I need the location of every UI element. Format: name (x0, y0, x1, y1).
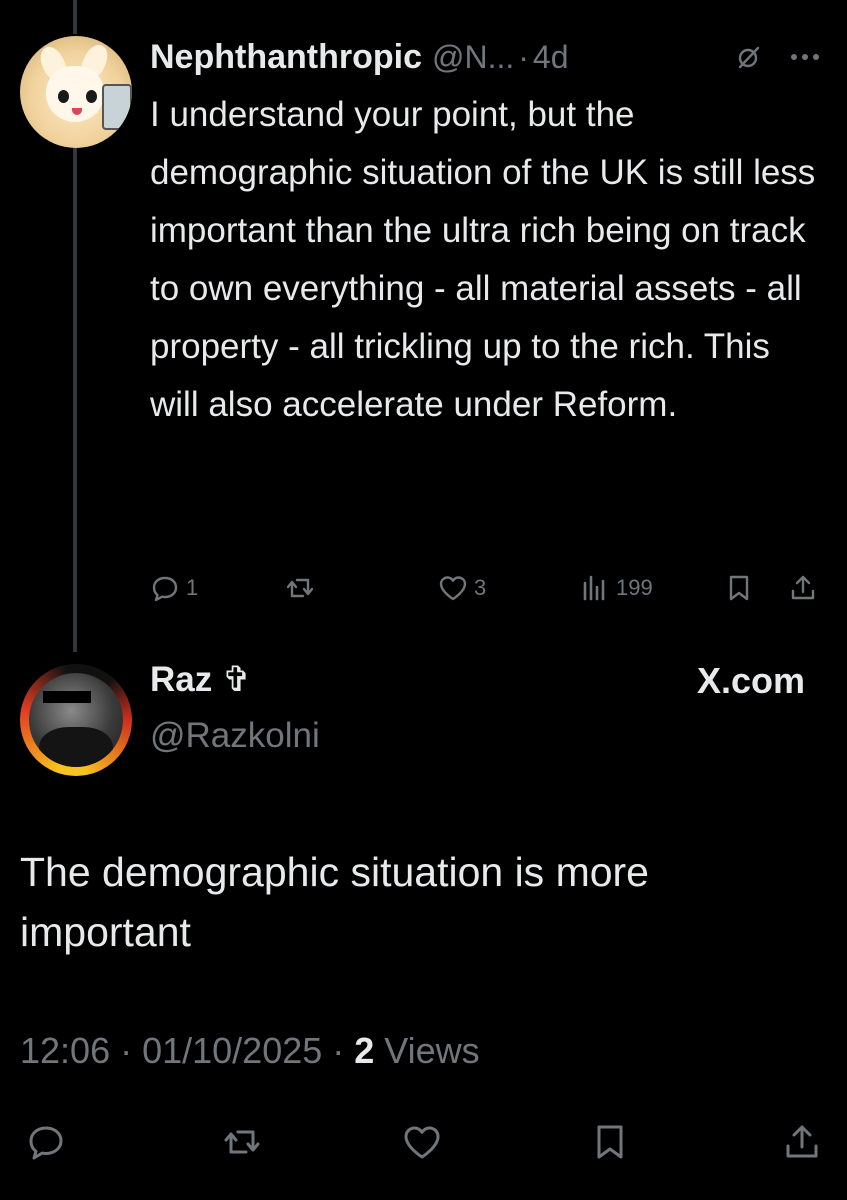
views-button[interactable]: 199 (580, 568, 653, 608)
heart-icon (439, 576, 467, 601)
bookmark-button[interactable] (724, 568, 754, 608)
heart-icon (404, 1126, 440, 1159)
bookmark-icon (597, 1125, 623, 1159)
tweet-header: Nephthanthropic @N... · 4d (150, 33, 569, 81)
share-button[interactable] (782, 1122, 822, 1162)
display-name[interactable]: Raz ✞ (150, 660, 251, 700)
like-button[interactable]: 3 (438, 568, 486, 608)
tweet-text: I understand your point, but the demogra… (150, 95, 816, 424)
share-icon (791, 575, 815, 600)
thread-line (73, 132, 77, 652)
retweet-icon (286, 578, 314, 598)
more-dots-icon[interactable] (790, 50, 820, 62)
retweet-button[interactable] (285, 568, 315, 608)
like-button[interactable] (402, 1122, 442, 1162)
slashed-circle-icon[interactable] (736, 44, 762, 70)
reply-count: 1 (186, 575, 199, 600)
tweet-time[interactable]: 4d (533, 39, 569, 76)
handle[interactable]: @Razkolni (150, 716, 320, 756)
thread-line (73, 0, 77, 34)
reply-button[interactable] (26, 1122, 66, 1162)
avatar[interactable] (20, 36, 132, 148)
views-label: Views (374, 1030, 480, 1071)
retweet-button[interactable] (222, 1122, 262, 1162)
reply-icon (152, 576, 178, 602)
share-button[interactable] (788, 568, 818, 608)
like-count: 3 (474, 575, 487, 600)
timestamp-text: 12:06 · 01/10/2025 · (20, 1030, 355, 1071)
reply-text: The demographic situation is more import… (20, 849, 649, 955)
avatar[interactable] (29, 673, 123, 767)
separator: · (518, 38, 529, 75)
handle[interactable]: @N... (432, 39, 514, 76)
views-count: 199 (616, 575, 653, 600)
views-chart-icon (583, 575, 605, 601)
timestamp: 12:06 · 01/10/2025 · 2 Views (20, 1030, 480, 1072)
x-com-watermark: X.com (696, 660, 805, 701)
reply-button[interactable]: 1 (150, 568, 198, 608)
views-number: 2 (354, 1030, 375, 1071)
retweet-icon (224, 1130, 260, 1154)
bookmark-button[interactable] (590, 1122, 630, 1162)
reply-icon (29, 1126, 63, 1160)
display-name[interactable]: Nephthanthropic (150, 38, 422, 77)
bookmark-icon (729, 575, 749, 601)
share-icon (786, 1125, 818, 1158)
